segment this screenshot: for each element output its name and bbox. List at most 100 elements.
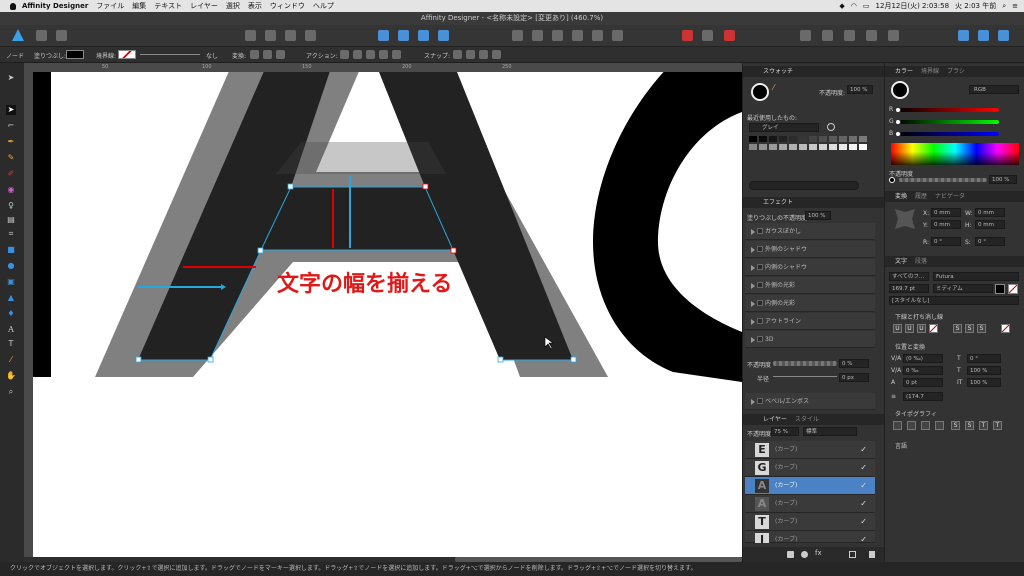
gray-swatch[interactable] [819, 136, 827, 142]
flip-horizontal-icon[interactable] [378, 30, 389, 41]
color-opacity-handle[interactable] [889, 177, 895, 183]
rotate-right-icon[interactable] [438, 30, 449, 41]
node-smart-icon[interactable] [276, 50, 285, 59]
vector-brush-icon[interactable]: ✐ [6, 169, 16, 179]
typo-btn-3[interactable] [921, 421, 930, 430]
menu-help[interactable]: ヘルプ [313, 1, 334, 11]
menu-list-icon[interactable]: ≡ [1012, 2, 1018, 10]
fill-tool-icon[interactable]: ◉ [6, 185, 16, 195]
export-persona-icon[interactable] [56, 30, 67, 41]
rotate-left-icon[interactable] [418, 30, 429, 41]
effect-opacity-slider[interactable] [773, 361, 837, 366]
layer-opacity-field[interactable]: 75 % [771, 427, 799, 436]
align-center-icon[interactable] [532, 30, 543, 41]
typo-btn-2[interactable] [907, 421, 916, 430]
boolean-subtract-icon[interactable] [822, 30, 833, 41]
stroke-width-slider[interactable] [140, 54, 200, 55]
strike-color-button[interactable]: S [977, 324, 986, 333]
arrange-front-icon[interactable] [245, 30, 256, 41]
color-fill-widget[interactable] [891, 81, 909, 99]
layer-item[interactable]: G (カーブ) ✓ [745, 459, 875, 477]
baseline-field[interactable]: 0 pt [903, 378, 943, 387]
anchor-selector[interactable] [895, 209, 915, 229]
underline-none-swatch[interactable] [929, 324, 938, 333]
effect-bevel-emboss[interactable]: ベベル/エンボス [745, 393, 875, 410]
fill-opacity-field[interactable]: 100 % [805, 211, 831, 220]
frame-text-icon[interactable]: T [6, 339, 16, 349]
arrange-backward-icon[interactable] [285, 30, 296, 41]
layer-mask-icon[interactable] [787, 551, 794, 558]
move-tool-icon[interactable]: ➤ [6, 73, 16, 83]
gray-swatch[interactable] [779, 136, 787, 142]
font-weight-select[interactable]: ミディアム [933, 284, 993, 293]
rectangle-tool-icon[interactable]: ■ [6, 245, 16, 255]
layer-item[interactable]: I (カーブ) ✓ [745, 531, 875, 546]
menu-file[interactable]: ファイル [96, 1, 124, 11]
effect-inner-shadow[interactable]: 内側のシャドウ [745, 259, 875, 276]
typography-section[interactable]: タイポグラフィ [895, 409, 937, 418]
subscript-button[interactable]: S [965, 421, 974, 430]
pencil-tool-icon[interactable]: ✎ [6, 153, 16, 163]
gray-swatch[interactable] [799, 136, 807, 142]
artistic-text-icon[interactable]: A [6, 325, 16, 335]
gray-swatch[interactable] [839, 136, 847, 142]
gray-swatch[interactable] [799, 144, 807, 150]
gray-swatch[interactable] [769, 136, 777, 142]
gray-swatch[interactable] [749, 136, 757, 142]
text-stroke-swatch[interactable] [1008, 284, 1018, 294]
align-top-icon[interactable] [572, 30, 583, 41]
gray-swatch[interactable] [859, 136, 867, 142]
add-layer-icon[interactable] [849, 551, 856, 558]
gray-swatch[interactable] [849, 136, 857, 142]
ellipse-tool-icon[interactable]: ● [6, 261, 16, 271]
strike-none-swatch[interactable] [1001, 324, 1010, 333]
effect-outer-shadow[interactable]: 外側のシャドウ [745, 241, 875, 258]
gray-swatch[interactable] [809, 144, 817, 150]
eyedropper-icon[interactable]: ⁄ [6, 355, 16, 365]
underline-color-button[interactable]: U [917, 324, 926, 333]
color-mode-select[interactable]: RGB [969, 85, 1019, 94]
gray-swatch[interactable] [749, 144, 757, 150]
position-transform-section[interactable]: 位置と変換 [895, 342, 925, 351]
layer-item-selected[interactable]: A (カーブ) ✓ [745, 477, 875, 495]
boolean-xor-icon[interactable] [866, 30, 877, 41]
align-middle-icon[interactable] [592, 30, 603, 41]
swatch-search[interactable] [749, 181, 859, 190]
gray-swatch[interactable] [839, 144, 847, 150]
fx-icon[interactable]: fx [815, 549, 822, 557]
b-slider[interactable] [897, 132, 999, 136]
snap-1-icon[interactable] [453, 50, 462, 59]
dropbox-icon[interactable]: ◆ [839, 2, 844, 10]
color-opacity-slider[interactable] [899, 178, 987, 182]
align-left-icon[interactable] [512, 30, 523, 41]
color-opacity-field[interactable]: 100 % [989, 175, 1017, 184]
preview-icon[interactable] [978, 30, 989, 41]
underline-button[interactable]: U [893, 324, 902, 333]
underline-section[interactable]: 下線と打ち消し線 [895, 312, 943, 321]
swatches-header[interactable]: スウォッチ [743, 66, 884, 77]
triangle-tool-icon[interactable]: ▲ [6, 293, 16, 303]
vscale-field[interactable]: 100 % [967, 378, 1001, 387]
gray-swatch[interactable] [759, 144, 767, 150]
rounded-rect-icon[interactable]: ▣ [6, 277, 16, 287]
boolean-divide-icon[interactable] [888, 30, 899, 41]
font-family-select[interactable]: Futura [933, 272, 1019, 281]
x-field[interactable]: 0 mm [931, 208, 961, 217]
align-bottom-icon[interactable] [612, 30, 623, 41]
gray-swatch[interactable] [769, 144, 777, 150]
b-slider-handle[interactable] [895, 131, 901, 137]
eyedropper-icon[interactable]: ⁄ [773, 83, 774, 92]
swatch-opacity-field[interactable]: 100 % [847, 85, 873, 94]
arrange-back-icon[interactable] [305, 30, 316, 41]
menu-edit[interactable]: 編集 [132, 1, 146, 11]
transform-header[interactable]: 変換 履歴 ナビゲータ [885, 191, 1024, 202]
gray-swatch[interactable] [789, 144, 797, 150]
r-slider-handle[interactable] [895, 107, 901, 113]
hand-tool-icon[interactable]: ✋ [6, 371, 16, 381]
palette-select[interactable]: グレイ [749, 123, 819, 132]
language-section[interactable]: 言語 [895, 441, 907, 450]
double-underline-button[interactable]: U [905, 324, 914, 333]
g-slider-handle[interactable] [895, 119, 901, 125]
arrange-forward-icon[interactable] [265, 30, 276, 41]
g-slider[interactable] [897, 120, 999, 124]
